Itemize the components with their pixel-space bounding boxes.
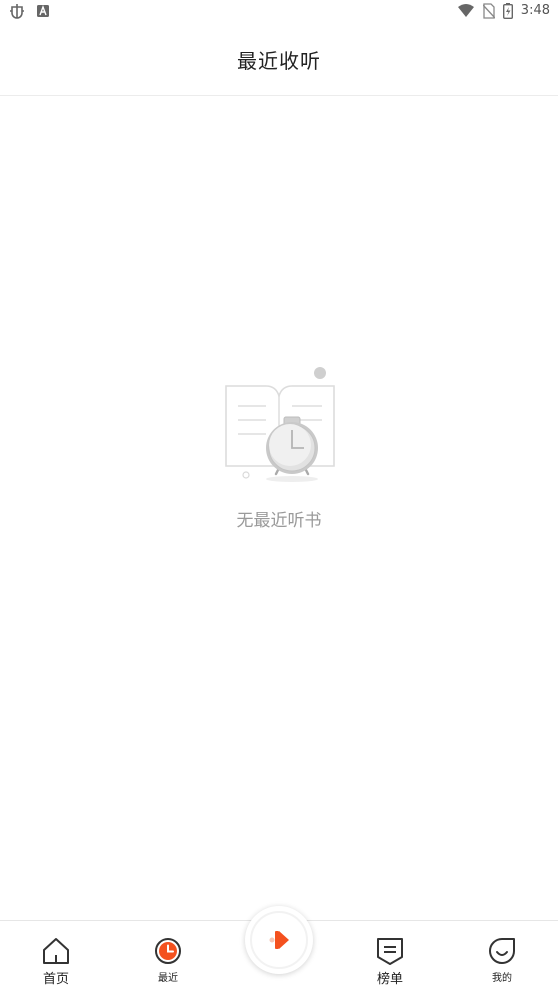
nav-item-recent[interactable]: 最近	[112, 921, 224, 992]
app-screen: 3:48 最近收听 无最近听书 首页 最近 榜单 我的	[0, 0, 558, 992]
recent-clock-icon	[155, 938, 181, 964]
a-badge-icon	[37, 5, 49, 17]
status-right-icons: 3:48	[457, 2, 550, 20]
page-title: 最近收听	[237, 49, 321, 73]
nav-item-profile[interactable]: 我的	[446, 921, 558, 992]
bug-icon	[10, 4, 24, 19]
nav-label-ranking: 榜单	[376, 972, 403, 987]
nav-label-home: 首页	[42, 972, 69, 987]
home-icon	[43, 938, 69, 964]
book-clock-illustration	[225, 367, 335, 482]
status-bar: 3:48	[0, 0, 558, 24]
empty-state-message: 无最近听书	[236, 511, 322, 531]
nav-label-recent: 最近	[158, 973, 178, 984]
battery-charging-icon	[502, 3, 513, 19]
ranking-icon	[377, 938, 403, 965]
no-sim-icon	[482, 3, 495, 19]
nav-item-ranking[interactable]: 榜单	[334, 921, 446, 992]
play-button-ring	[250, 911, 308, 969]
status-left-icons	[8, 2, 50, 20]
wifi-icon	[457, 4, 474, 17]
header: 最近收听	[0, 24, 558, 96]
profile-icon	[489, 938, 515, 964]
status-time: 3:48	[520, 3, 550, 18]
nav-item-home[interactable]: 首页	[0, 921, 112, 992]
nav-label-profile: 我的	[492, 973, 512, 984]
play-button[interactable]	[245, 906, 313, 974]
play-icon	[269, 931, 289, 949]
